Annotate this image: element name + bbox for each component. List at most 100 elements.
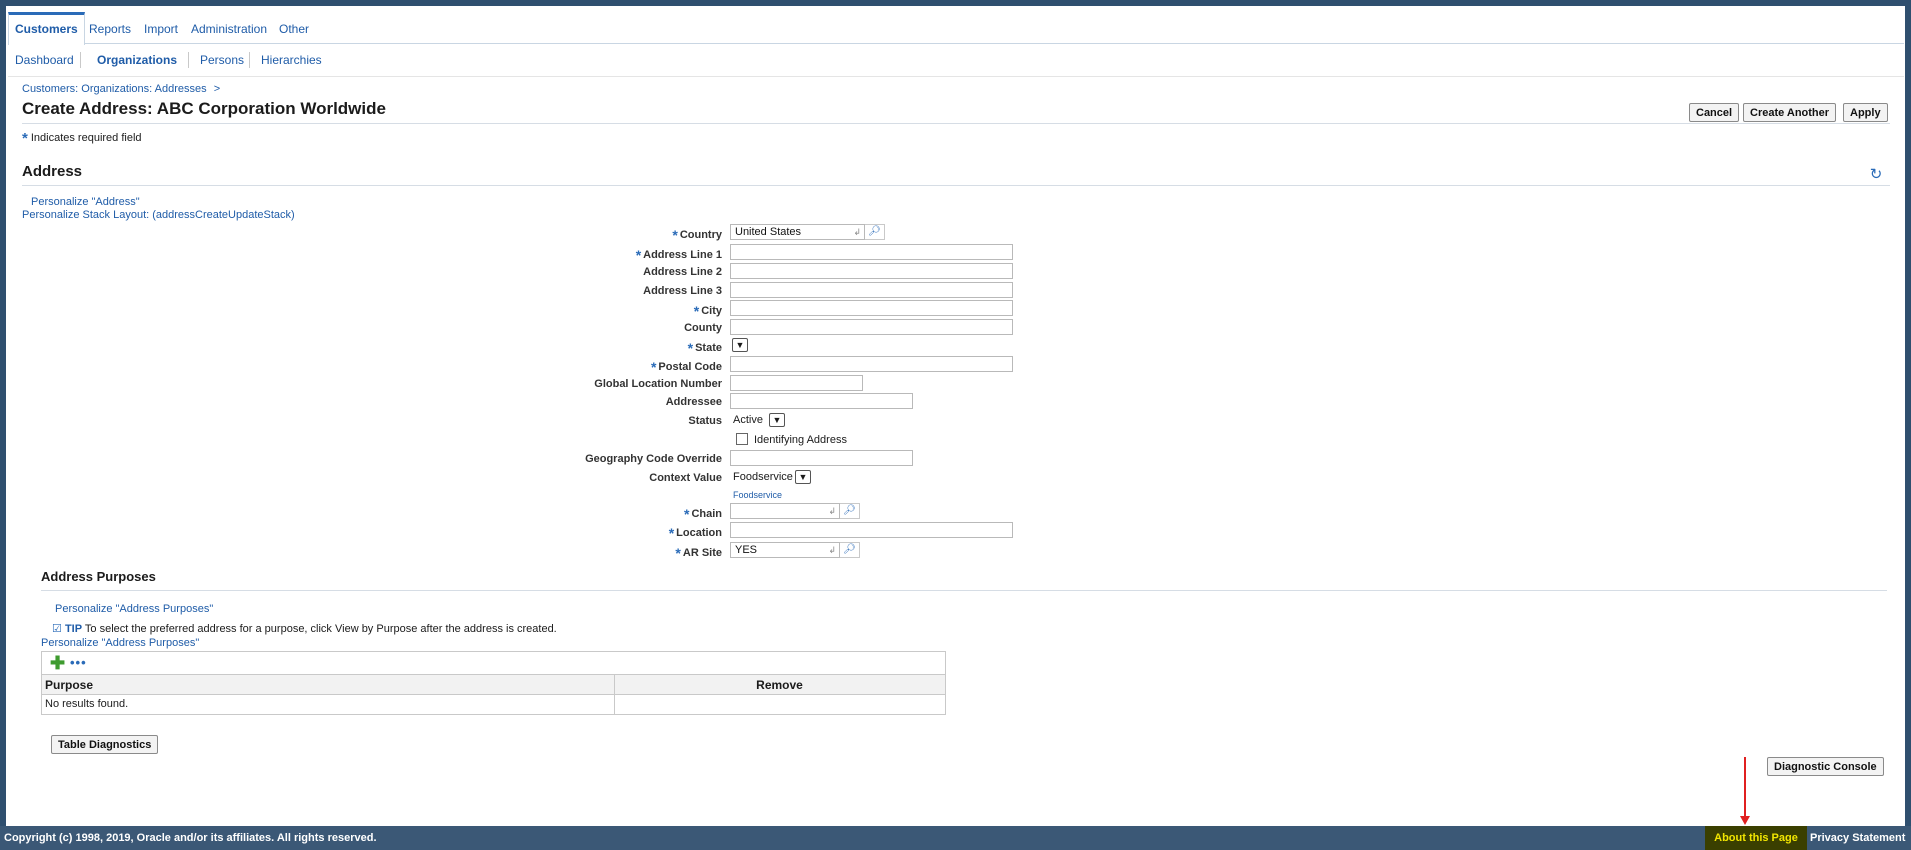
postal-code-input[interactable]	[730, 356, 1013, 372]
tab-other[interactable]: Other	[279, 12, 309, 44]
location-input[interactable]	[730, 522, 1013, 538]
address-line2-row: Address Line 2	[540, 263, 1140, 281]
tab-administration[interactable]: Administration	[191, 12, 267, 44]
column-divider	[614, 695, 615, 714]
status-select[interactable]: Active ▼	[730, 412, 785, 428]
ar-site-input[interactable]: YES	[730, 542, 840, 558]
chevron-down-icon[interactable]: ▼	[794, 470, 811, 484]
gln-row: Global Location Number	[540, 375, 1140, 393]
geo-override-label: Geography Code Override	[585, 453, 722, 465]
table-row: No results found.	[42, 695, 945, 714]
address-purposes-heading: Address Purposes	[41, 569, 156, 584]
breadcrumb-link[interactable]: Customers: Organizations: Addresses	[22, 83, 207, 95]
context-value-select-value: Foodservice	[733, 471, 793, 483]
status-select-value: Active	[733, 414, 763, 426]
personalize-stack-link[interactable]: Personalize Stack Layout: (addressCreate…	[22, 209, 295, 221]
country-input[interactable]: United States	[730, 224, 865, 240]
apply-button[interactable]: Apply	[1843, 103, 1888, 122]
required-star-icon: *	[668, 525, 675, 541]
create-another-button[interactable]: Create Another	[1743, 103, 1837, 122]
subtab-dashboard[interactable]: Dashboard	[15, 53, 74, 67]
table-header: Purpose Remove	[42, 675, 945, 695]
chain-input[interactable]	[730, 503, 840, 519]
chevron-down-icon[interactable]: ▼	[732, 338, 748, 352]
required-note: * Indicates required field	[22, 130, 142, 147]
tip-text: ☑ TIP To select the preferred address fo…	[52, 622, 557, 635]
chain-label: Chain	[691, 508, 722, 520]
personalize-purposes-link-2[interactable]: Personalize "Address Purposes"	[41, 637, 199, 649]
about-this-page-link[interactable]: About this Page	[1705, 826, 1807, 850]
state-select[interactable]: ▼	[730, 337, 748, 353]
ar-site-search-icon[interactable]: 🔎︎	[840, 542, 860, 558]
chain-search-icon[interactable]: 🔎︎	[840, 503, 860, 519]
tip-message: To select the preferred address for a pu…	[84, 623, 557, 635]
purposes-table: ✚ ••• Purpose Remove No results found.	[41, 651, 946, 715]
cancel-button[interactable]: Cancel	[1689, 103, 1740, 122]
personalize-purposes-link[interactable]: Personalize "Address Purposes"	[55, 603, 213, 615]
county-label: County	[684, 322, 722, 334]
city-input[interactable]	[730, 300, 1013, 316]
refresh-icon[interactable]: ↻	[1868, 167, 1884, 183]
tab-reports[interactable]: Reports	[89, 12, 131, 44]
table-toolbar: ✚ •••	[42, 652, 945, 675]
annotation-arrow	[1744, 757, 1746, 821]
address-line3-label: Address Line 3	[643, 285, 722, 297]
country-search-icon[interactable]: 🔎︎	[865, 224, 885, 240]
postal-code-label: Postal Code	[658, 361, 722, 373]
remove-column-header: Remove	[756, 678, 803, 692]
sub-tabs: Dashboard Organizations Persons Hierarch…	[8, 44, 1904, 77]
tab-customers[interactable]: Customers	[8, 12, 85, 45]
add-icon[interactable]: ✚	[50, 654, 65, 672]
required-star-icon: *	[675, 545, 681, 561]
country-label: Country	[679, 229, 722, 241]
subtab-organizations[interactable]: Organizations	[97, 53, 177, 67]
context-value-label: Context Value	[649, 472, 722, 484]
resize-corner-icon: ↲	[853, 227, 861, 237]
copyright-text: Copyright (c) 1998, 2019, Oracle and/or …	[4, 832, 377, 844]
breadcrumb-separator: >	[213, 83, 221, 95]
geo-override-input[interactable]	[730, 450, 913, 466]
more-icon[interactable]: •••	[70, 655, 87, 670]
annotation-arrow-head	[1740, 816, 1750, 825]
address-line1-label: Address Line 1	[643, 249, 722, 261]
subtab-hierarchies[interactable]: Hierarchies	[261, 53, 322, 67]
diagnostic-console-button[interactable]: Diagnostic Console	[1767, 757, 1884, 776]
subtab-divider	[249, 52, 250, 68]
subtab-divider	[188, 52, 189, 68]
required-star-icon: *	[650, 359, 657, 375]
chevron-down-icon[interactable]: ▼	[768, 413, 785, 427]
location-row: * Location	[540, 522, 1140, 541]
gln-input[interactable]	[730, 375, 863, 391]
identifying-row: Identifying Address	[540, 431, 1140, 449]
context-foodservice-link[interactable]: Foodservice	[733, 490, 782, 500]
gln-label: Global Location Number	[594, 378, 722, 390]
breadcrumb: Customers: Organizations: Addresses >	[22, 83, 220, 95]
context-value-select[interactable]: Foodservice ▼	[730, 469, 811, 485]
required-star-icon: *	[693, 303, 700, 319]
address-line3-input[interactable]	[730, 282, 1013, 298]
addressee-input[interactable]	[730, 393, 913, 409]
address-heading-divider	[22, 185, 1890, 186]
state-row: * State ▼	[540, 337, 1140, 356]
main-tabs: Customers Reports Import Administration …	[8, 12, 1904, 45]
address-line1-row: * Address Line 1	[540, 244, 1140, 263]
city-label: City	[701, 305, 722, 317]
address-line3-row: Address Line 3	[540, 282, 1140, 300]
address-purposes-divider	[41, 590, 1887, 591]
purpose-column-header: Purpose	[45, 678, 94, 692]
county-row: County	[540, 319, 1140, 337]
identifying-address-checkbox[interactable]	[736, 433, 748, 445]
required-star-icon: *	[683, 506, 690, 522]
county-input[interactable]	[730, 319, 1013, 335]
privacy-statement-link[interactable]: Privacy Statement	[1810, 832, 1905, 844]
personalize-address-link[interactable]: Personalize "Address"	[31, 196, 140, 208]
address-line2-input[interactable]	[730, 263, 1013, 279]
footer: Copyright (c) 1998, 2019, Oracle and/or …	[0, 826, 1911, 850]
ar-site-row: * AR Site YES ↲ 🔎︎	[540, 542, 1140, 561]
geo-override-row: Geography Code Override	[540, 450, 1140, 468]
address-line1-input[interactable]	[730, 244, 1013, 260]
tab-import[interactable]: Import	[144, 12, 178, 44]
table-diagnostics-button[interactable]: Table Diagnostics	[51, 735, 159, 754]
addressee-row: Addressee	[540, 393, 1140, 411]
subtab-persons[interactable]: Persons	[200, 53, 244, 67]
